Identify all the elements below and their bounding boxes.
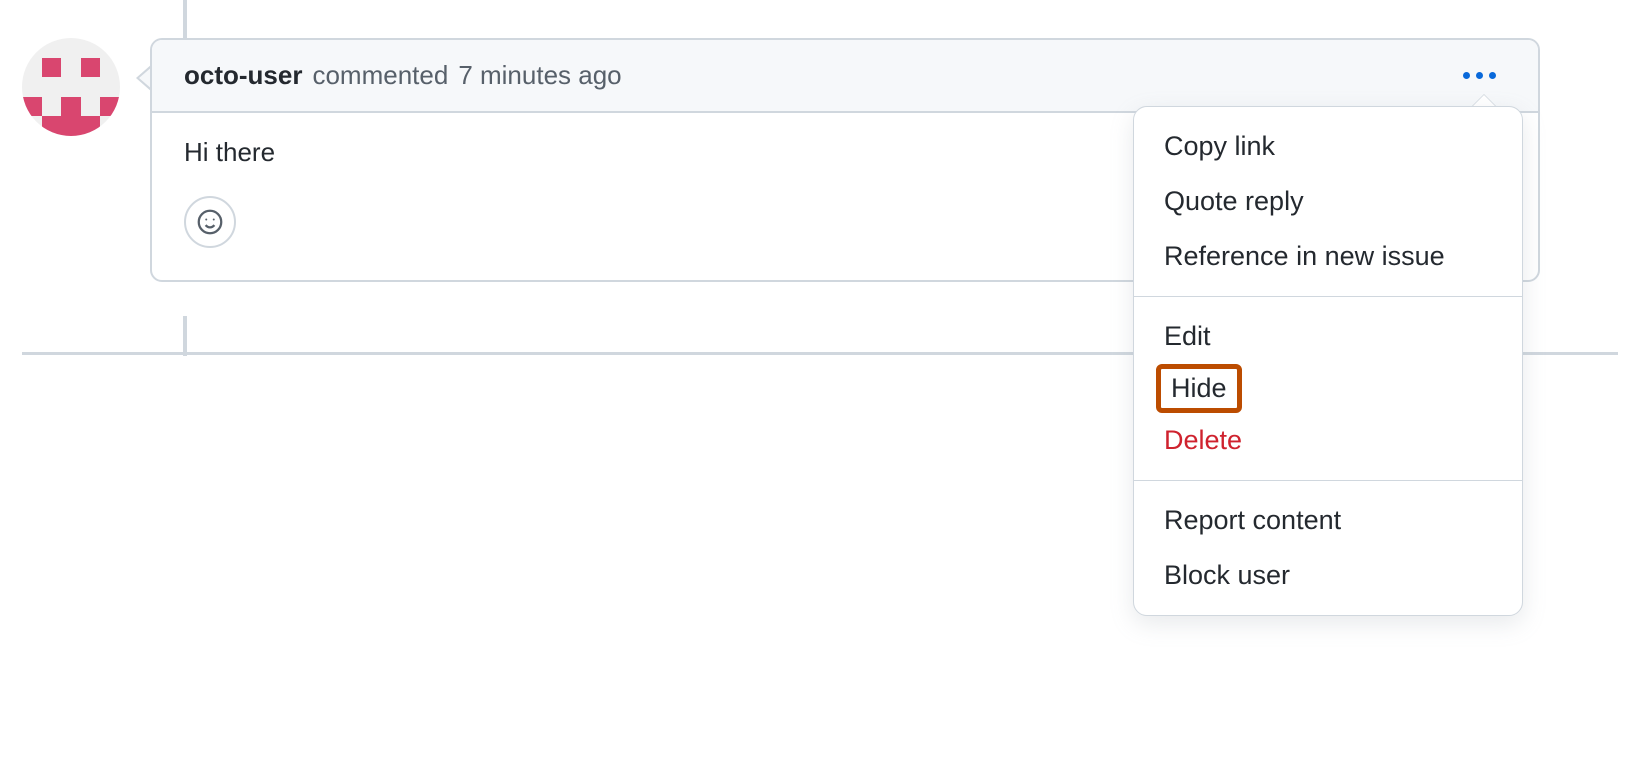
menu-item-block-user[interactable]: Block user (1134, 548, 1522, 603)
comment-header: octo-user commented 7 minutes ago (152, 40, 1538, 113)
kebab-icon (1489, 72, 1496, 79)
menu-divider (1134, 480, 1522, 481)
kebab-icon (1463, 72, 1470, 79)
smiley-icon (195, 207, 225, 237)
timeline-line-top (183, 0, 187, 38)
avatar[interactable] (22, 38, 120, 136)
kebab-icon (1476, 72, 1483, 79)
comment-action-label: commented (312, 60, 448, 91)
menu-item-reference-in-new-issue[interactable]: Reference in new issue (1134, 229, 1522, 284)
menu-item-delete[interactable]: Delete (1134, 413, 1522, 468)
menu-item-quote-reply[interactable]: Quote reply (1134, 174, 1522, 229)
comment-author[interactable]: octo-user (184, 60, 302, 91)
menu-item-edit[interactable]: Edit (1134, 309, 1522, 364)
comment-timestamp[interactable]: 7 minutes ago (458, 60, 621, 91)
menu-divider (1134, 296, 1522, 297)
menu-item-report-content[interactable]: Report content (1134, 493, 1522, 548)
comment-actions-menu: Copy link Quote reply Reference in new i… (1133, 106, 1523, 616)
menu-item-copy-link[interactable]: Copy link (1134, 119, 1522, 174)
timeline-line-bottom (183, 316, 187, 356)
add-reaction-button[interactable] (184, 196, 236, 248)
kebab-menu-button[interactable] (1453, 62, 1506, 89)
menu-item-hide[interactable]: Hide (1156, 364, 1242, 413)
